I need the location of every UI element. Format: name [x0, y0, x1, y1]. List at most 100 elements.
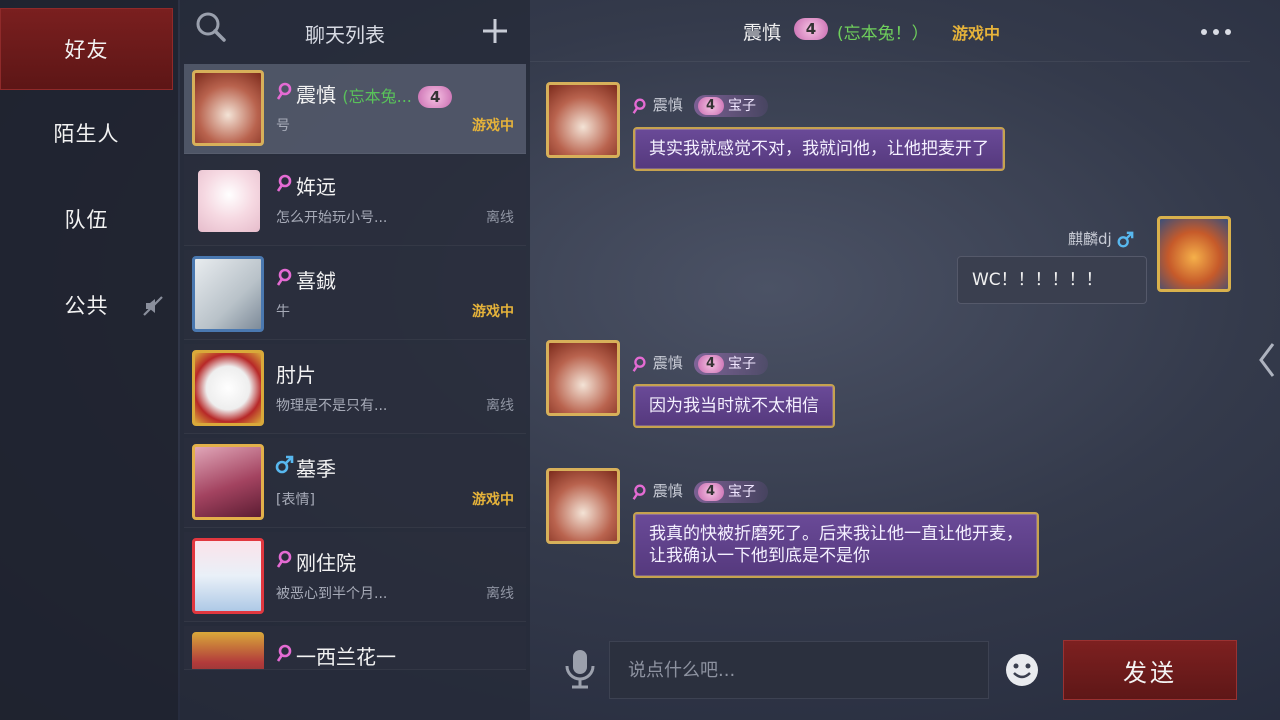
contact-name: 震慎 (忘本兔... 4: [296, 79, 453, 108]
sender-name: 震慎: [652, 354, 683, 372]
avatar: [192, 444, 264, 520]
contact-item[interactable]: 震慎 (忘本兔... 4 号 游戏中: [184, 64, 526, 154]
avatar[interactable]: [1157, 216, 1231, 292]
title-tag: 4 宝子: [693, 480, 769, 503]
avatar[interactable]: [546, 468, 620, 544]
contact-nickname: 喜鋮: [296, 269, 336, 293]
tab-team[interactable]: 队伍: [0, 178, 173, 260]
tab-friends[interactable]: 好友: [0, 8, 173, 90]
avatar: [192, 350, 264, 426]
tab-label: 陌生人: [53, 122, 120, 146]
contact-nickname: 墓季: [296, 457, 336, 481]
input-bar: 发送: [530, 636, 1250, 706]
message-bubble: WC！！！！！！: [957, 256, 1147, 304]
message-meta: 震慎 4 宝子: [630, 94, 769, 117]
emoji-icon[interactable]: [1004, 652, 1040, 688]
message-input[interactable]: [609, 641, 989, 699]
chat-list-panel: 聊天列表 震慎 (忘本兔... 4 号 游戏中 姩远 怎么开始玩小号... 离线…: [180, 0, 530, 720]
level-badge: 4: [697, 354, 724, 373]
chat-list-title: 聊天列表: [305, 23, 385, 47]
contact-nickname: 肘片: [276, 363, 316, 387]
chat-area: 震慎 4 (忘本兔！） 游戏中 震慎 4 宝子 其实我就感觉不对，我就问他，让他…: [530, 0, 1250, 720]
female-icon: [276, 82, 292, 100]
avatar: [198, 170, 260, 232]
message-bubble: 我真的快被折磨死了。后来我让他一直让他开麦， 让我确认一下他到底是不是你: [633, 512, 1039, 578]
status-badge: 游戏中: [472, 492, 514, 508]
last-message: 物理是不是只有...: [276, 398, 388, 414]
message-meta: 麒麟dj: [1068, 228, 1134, 249]
last-message: 被恶心到半个月...: [276, 586, 388, 602]
status-badge: 离线: [486, 586, 514, 602]
title-tag-label: 宝子: [728, 355, 757, 372]
status-badge: 游戏中: [952, 24, 1001, 43]
title-tag: 4 宝子: [693, 352, 769, 375]
level-badge: 4: [794, 18, 828, 40]
avatar: [192, 538, 264, 614]
tab-label: 队伍: [64, 208, 109, 232]
tab-label: 好友: [64, 38, 109, 62]
message-line: 我真的快被折磨死了。后来我让他一直让他开麦，: [649, 524, 1023, 544]
mic-icon[interactable]: [563, 648, 597, 690]
level-badge: 4: [697, 96, 724, 115]
message-bubble: 其实我就感觉不对，我就问他，让他把麦开了: [633, 127, 1005, 171]
title-tag-label: 宝子: [728, 483, 757, 500]
chat-partner-remark: (忘本兔！）: [837, 24, 929, 44]
tab-strangers[interactable]: 陌生人: [0, 92, 173, 174]
level-badge: 4: [418, 85, 453, 108]
title-tag-label: 宝子: [728, 97, 757, 114]
title-tag: 4 宝子: [693, 94, 769, 117]
avatar: [192, 632, 264, 669]
female-icon: [276, 644, 292, 662]
last-message: [表情]: [276, 492, 315, 508]
female-icon: [276, 550, 292, 568]
contact-item[interactable]: 一西兰花一: [184, 626, 526, 670]
chat-header: 震慎 4 (忘本兔！） 游戏中: [530, 0, 1250, 62]
tab-label: 公共: [64, 294, 109, 318]
status-badge: 游戏中: [472, 118, 514, 134]
message-bubble: 因为我当时就不太相信: [633, 384, 835, 428]
sender-name: 麒麟dj: [1068, 230, 1112, 248]
tab-public[interactable]: 公共: [0, 264, 173, 346]
contact-remark: (忘本兔...: [342, 87, 412, 106]
category-tabs: 好友 陌生人 队伍 公共: [0, 0, 178, 720]
sender-name: 震慎: [652, 482, 683, 500]
female-icon: [276, 268, 292, 286]
last-message: 怎么开始玩小号...: [276, 210, 388, 226]
avatar: [192, 256, 264, 332]
contact-nickname: 震慎: [296, 83, 336, 107]
chevron-left-icon[interactable]: [1257, 340, 1277, 380]
contact-item[interactable]: 姩远 怎么开始玩小号... 离线: [184, 156, 526, 246]
contact-item[interactable]: 墓季 [表情] 游戏中: [184, 438, 526, 528]
avatar: [192, 70, 264, 146]
status-badge: 游戏中: [472, 304, 514, 320]
send-button[interactable]: 发送: [1063, 640, 1237, 700]
message-line: 让我确认一下他到底是不是你: [649, 546, 870, 566]
status-badge: 离线: [486, 210, 514, 226]
contact-nickname: 刚住院: [296, 551, 356, 575]
more-icon[interactable]: [1198, 20, 1234, 44]
female-icon: [632, 98, 646, 114]
contact-item[interactable]: 喜鋮 牛 游戏中: [184, 250, 526, 340]
avatar[interactable]: [546, 82, 620, 158]
last-message: 牛: [276, 304, 290, 320]
male-icon: [275, 455, 294, 474]
female-icon: [632, 356, 646, 372]
avatar[interactable]: [546, 340, 620, 416]
contact-nickname: 一西兰花一: [296, 645, 396, 669]
mute-icon: [143, 296, 163, 316]
chat-list-header: 聊天列表: [180, 0, 530, 62]
contact-nickname: 姩远: [296, 175, 336, 199]
contact-item[interactable]: 刚住院 被恶心到半个月... 离线: [184, 532, 526, 622]
sender-name: 震慎: [652, 96, 683, 114]
male-icon: [1118, 231, 1134, 247]
last-message: 号: [276, 118, 290, 134]
chat-partner-name: 震慎: [743, 22, 782, 44]
female-icon: [276, 174, 292, 192]
search-icon[interactable]: [194, 10, 228, 44]
contact-item[interactable]: 肘片 物理是不是只有... 离线: [184, 344, 526, 434]
message-meta: 震慎 4 宝子: [630, 352, 769, 375]
female-icon: [632, 484, 646, 500]
plus-icon[interactable]: [480, 16, 510, 46]
message-meta: 震慎 4 宝子: [630, 480, 769, 503]
level-badge: 4: [697, 482, 724, 501]
